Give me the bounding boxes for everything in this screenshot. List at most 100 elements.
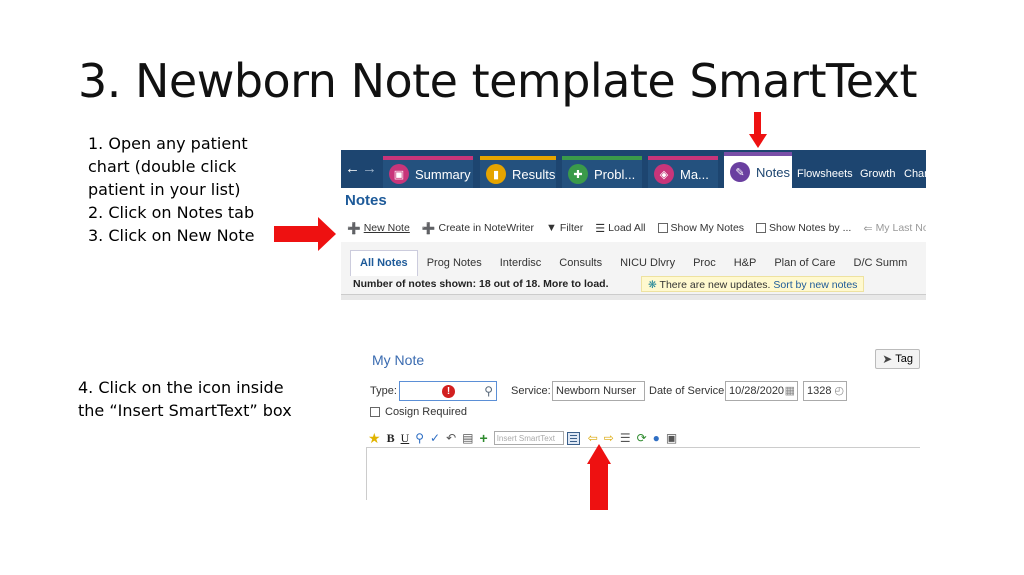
tab-medications[interactable]: ◈ Ma... [648,156,718,188]
sort-by-new-notes-link[interactable]: Sort by new notes [773,279,857,291]
instruction-line: chart (double click [88,157,237,176]
bandage-icon: ✚ [568,164,588,184]
time-of-service-input[interactable]: 1328 ◴ [803,381,847,401]
clock-icon[interactable]: ◴ [834,384,844,397]
tab-growth[interactable]: Growth [860,160,895,180]
create-in-notewriter-button[interactable]: ➕ Create in NoteWriter [422,222,534,235]
filter-tab-hp[interactable]: H&P [725,257,766,276]
show-notes-by-checkbox[interactable]: Show Notes by ... [756,222,851,234]
tab-notes[interactable]: ✎ Notes [724,152,792,188]
filter-tab-dc-summ[interactable]: D/C Summ [845,257,917,276]
undo-icon[interactable]: ↶ [446,431,456,445]
my-last-note-button[interactable]: ⇐My Last Note [863,222,926,235]
back-arrow-icon[interactable]: ← [345,160,362,177]
filter-tab-ed[interactable]: ED [916,257,926,276]
red-arrow-right-icon [274,217,336,251]
tab-charts[interactable]: Char [904,160,926,180]
new-note-button[interactable]: ➕ New Note [347,222,410,235]
checkbox-icon [756,223,767,233]
filter-tab-prog-notes[interactable]: Prog Notes [418,257,491,276]
previous-field-icon[interactable]: ⇦ [588,431,598,445]
tab-label: Results [512,166,556,182]
add-icon[interactable]: + [480,430,488,446]
error-icon: ! [442,385,455,398]
list-arrow-icon[interactable]: ☰ [620,431,631,445]
star-icon[interactable]: ★ [368,430,381,447]
insert-smarttext-list-icon[interactable] [566,431,580,445]
tab-problems[interactable]: ✚ Probl... [562,156,642,188]
note-text-editor[interactable] [366,447,920,500]
zoom-icon[interactable]: ⚲ [415,431,424,445]
insert-smarttext-input[interactable]: Insert SmartText [493,431,564,445]
notes-toolbar: ➕ New Note ➕ Create in NoteWriter ▼ Filter … [341,214,926,242]
red-arrow-up-icon [587,444,611,510]
date-of-service-input[interactable]: 10/28/2020 ▦ [725,381,798,401]
epic-my-note-screenshot: My Note ➤ Tag Type: ! ⚲ Service: Newborn … [366,345,920,500]
tab-flowsheets[interactable]: Flowsheets [797,160,853,180]
filter-button[interactable]: ▼ Filter [546,222,583,234]
activity-tab-bar: ←→ ▣ Summary ▮ Results ✚ Probl... ◈ Ma..… [341,150,926,188]
spellcheck-icon[interactable]: ✓ [430,431,440,445]
epic-notes-screenshot: ←→ ▣ Summary ▮ Results ✚ Probl... ◈ Ma..… [341,150,926,300]
list-icon: ☰ [595,222,606,235]
tag-button[interactable]: ➤ Tag [875,349,920,369]
slide-title: 3. Newborn Note template SmartText [78,54,918,108]
my-note-title: My Note [372,352,425,368]
cosign-required-checkbox[interactable]: Cosign Required [370,406,467,418]
tab-label: Probl... [594,166,636,182]
button-label: Filter [559,222,584,234]
tag-icon: ➤ [882,352,893,366]
forward-arrow-icon[interactable]: → [362,160,379,177]
button-label: Load All [608,222,646,234]
instruction-line: 2. Click on Notes tab [88,203,255,222]
refresh-icon[interactable]: ⟳ [637,431,647,445]
instruction-line: patient in your list) [88,180,241,199]
filter-tab-consults[interactable]: Consults [550,257,611,276]
notes-section-title: Notes [345,192,387,209]
media-icon[interactable]: ▣ [666,431,677,445]
tab-summary[interactable]: ▣ Summary [383,156,473,188]
nav-arrows[interactable]: ←→ [345,160,379,177]
search-icon[interactable]: ⚲ [484,384,493,398]
service-value: Newborn Nurser [556,385,637,397]
filter-tab-proc[interactable]: Proc [684,257,725,276]
instruction-line: the “Insert SmartText” box [78,401,292,420]
filter-tab-nicu-dlvry[interactable]: NICU Dlvry [611,257,684,276]
note-header-fields: Type: ! ⚲ Service: Newborn Nurser Date o… [370,381,860,401]
microphone-icon[interactable]: ● [653,431,660,445]
button-label: Create in NoteWriter [438,222,535,234]
underline-button[interactable]: U [401,431,410,446]
notes-icon: ✎ [730,162,750,182]
updates-text: There are new updates. [659,279,771,291]
funnel-icon: ▼ [546,222,557,234]
instruction-line: 4. Click on the icon inside [78,378,284,397]
red-arrow-down-icon [749,112,767,148]
show-my-notes-checkbox[interactable]: Show My Notes [657,222,745,234]
summary-icon: ▣ [389,164,409,184]
medication-icon: ◈ [654,164,674,184]
filter-tab-plan-of-care[interactable]: Plan of Care [765,257,844,276]
date-value: 10/28/2020 [729,385,785,397]
notes-header: Notes [341,188,926,214]
type-label: Type: [370,385,397,397]
results-icon: ▮ [486,164,506,184]
checkbox-label: Show My Notes [670,222,745,234]
tab-results[interactable]: ▮ Results [480,156,556,188]
service-input[interactable]: Newborn Nurser [552,381,645,401]
bold-button[interactable]: B [387,431,395,446]
notes-list-edge [341,294,926,300]
help-icon[interactable]: ▤ [462,431,473,445]
next-field-icon[interactable]: ⇨ [604,431,614,445]
note-type-input[interactable]: ! ⚲ [399,381,497,401]
service-label: Service: [511,385,551,397]
filter-tab-interdisc[interactable]: Interdisc [491,257,551,276]
instructions-step-4: 4. Click on the icon inside the “Insert … [78,376,292,422]
new-note-icon: ➕ [347,222,361,235]
tab-label: Summary [415,166,471,182]
calendar-icon[interactable]: ▦ [785,384,795,397]
instructions-steps-1-3: 1. Open any patient chart (double click … [88,132,254,247]
note-count-bar: Number of notes shown: 18 out of 18. Mor… [341,276,926,292]
updates-banner: ❋ There are new updates. Sort by new not… [641,276,865,292]
load-all-button[interactable]: ☰ Load All [595,222,645,235]
filter-tab-all-notes[interactable]: All Notes [350,250,418,276]
